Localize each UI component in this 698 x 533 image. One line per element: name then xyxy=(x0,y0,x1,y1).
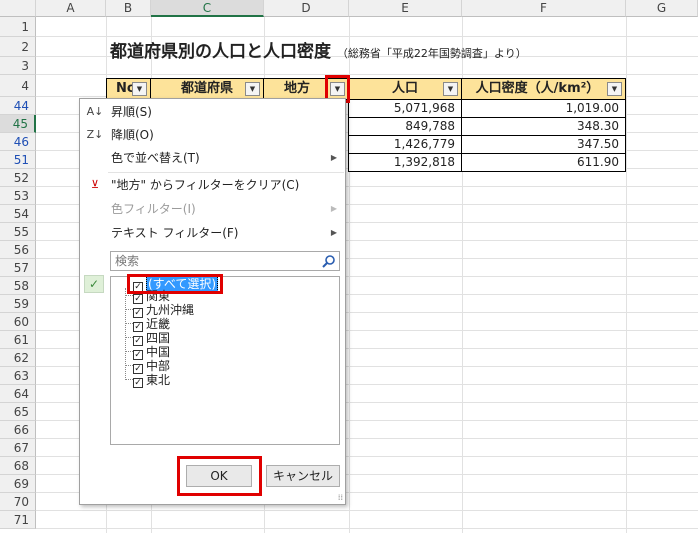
submenu-arrow-icon: ▶ xyxy=(330,204,337,213)
density-cell[interactable]: 347.50 xyxy=(461,136,626,154)
col-header-d[interactable]: D xyxy=(264,0,349,17)
list-item[interactable]: ✓ 中国 xyxy=(133,345,170,360)
row-header[interactable]: 62 xyxy=(0,349,36,367)
resize-grip-icon[interactable]: ⁞⁞ xyxy=(338,493,343,502)
tree-tick xyxy=(125,337,133,339)
row-header[interactable]: 3 xyxy=(0,57,36,75)
filter-value-list[interactable]: ✓ (すべて選択) ✓ 関東 ✓ 九州沖縄 ✓ 近畿 ✓ 四国 ✓ 中国 ✓ 中部 ✓ 東北 xyxy=(110,274,340,445)
sheet-title: 都道府県別の人口と人口密度 （総務省「平成22年国勢調査」より） xyxy=(110,37,527,62)
row-header[interactable]: 68 xyxy=(0,457,36,475)
menu-color-filter[interactable]: 色フィルター(I) ▶ xyxy=(80,198,345,220)
row-header[interactable]: 2 xyxy=(0,37,36,57)
list-item[interactable]: ✓ 九州沖縄 xyxy=(133,303,194,318)
col-header-c[interactable]: C xyxy=(151,0,264,17)
row-header[interactable]: 59 xyxy=(0,295,36,313)
header-prefecture: 都道府県 ▼ xyxy=(150,78,264,100)
header-no: No ▼ xyxy=(106,78,151,100)
highlight-select-all xyxy=(127,274,223,294)
menu-separator xyxy=(108,172,344,173)
col-header-a[interactable]: A xyxy=(36,0,106,17)
filter-dropdown-density[interactable]: ▼ xyxy=(607,82,622,96)
row-header[interactable]: 63 xyxy=(0,367,36,385)
tree-tick xyxy=(125,379,133,381)
population-cell[interactable]: 1,426,779 xyxy=(348,136,462,154)
population-cell[interactable]: 1,392,818 xyxy=(348,154,462,172)
title-text: 都道府県別の人口と人口密度 xyxy=(110,42,331,62)
row-header[interactable]: 65 xyxy=(0,403,36,421)
list-item[interactable]: ✓ 中部 xyxy=(133,359,170,374)
row-header[interactable]: 54 xyxy=(0,205,36,223)
population-cell[interactable]: 5,071,968 xyxy=(348,100,462,118)
menu-sort-ascending[interactable]: A↓ 昇順(S) xyxy=(80,101,345,123)
col-header-g[interactable]: G xyxy=(626,0,698,17)
menu-sort-by-color[interactable]: 色で並べ替え(T) ▶ xyxy=(80,147,345,169)
list-item[interactable]: ✓ 東北 xyxy=(133,373,170,388)
search-icon xyxy=(322,255,335,268)
sort-descending-icon: Z↓ xyxy=(86,128,104,141)
density-cell[interactable]: 1,019.00 xyxy=(461,100,626,118)
submenu-arrow-icon: ▶ xyxy=(330,228,337,237)
tree-tick xyxy=(125,365,133,367)
row-header[interactable]: 70 xyxy=(0,493,36,511)
tree-tick xyxy=(125,323,133,325)
row-header[interactable]: 67 xyxy=(0,439,36,457)
filter-dropdown-population[interactable]: ▼ xyxy=(443,82,458,96)
col-header-b[interactable]: B xyxy=(106,0,151,17)
row-header[interactable]: 52 xyxy=(0,169,36,187)
header-density: 人口密度（人/km²） ▼ xyxy=(461,78,626,100)
cancel-button[interactable]: キャンセル xyxy=(266,465,340,487)
menu-clear-filter[interactable]: ⊻ "地方" からフィルターをクリア(C) xyxy=(80,174,345,196)
row-header[interactable]: 55 xyxy=(0,223,36,241)
grid-row xyxy=(36,511,698,529)
density-cell[interactable]: 348.30 xyxy=(461,118,626,136)
tree-tick xyxy=(125,351,133,353)
highlight-ok-button xyxy=(177,456,262,496)
tree-tick xyxy=(125,309,133,311)
row-header[interactable]: 57 xyxy=(0,259,36,277)
tree-tick xyxy=(125,295,133,297)
grid-row xyxy=(36,17,698,37)
row-header[interactable]: 46 xyxy=(0,133,36,151)
population-cell[interactable]: 849,788 xyxy=(348,118,462,136)
col-header-e[interactable]: E xyxy=(349,0,462,17)
row-header[interactable]: 56 xyxy=(0,241,36,259)
row-header[interactable]: 60 xyxy=(0,313,36,331)
col-header-f[interactable]: F xyxy=(462,0,626,17)
row-header[interactable]: 4 xyxy=(0,75,36,97)
corner-cell[interactable] xyxy=(0,0,36,17)
row-header[interactable]: 1 xyxy=(0,17,36,37)
row-header[interactable]: 51 xyxy=(0,151,36,169)
subtitle-text: （総務省「平成22年国勢調査」より） xyxy=(336,47,527,60)
autofilter-menu: A↓ 昇順(S) Z↓ 降順(O) 色で並べ替え(T) ▶ ⊻ "地方" からフ… xyxy=(79,98,346,505)
header-population: 人口 ▼ xyxy=(348,78,462,100)
row-header[interactable]: 64 xyxy=(0,385,36,403)
clear-filter-icon: ⊻ xyxy=(90,178,100,191)
row-header[interactable]: 53 xyxy=(0,187,36,205)
row-header[interactable]: 58 xyxy=(0,277,36,295)
row-header[interactable]: 66 xyxy=(0,421,36,439)
checkmark-icon: ✓ xyxy=(84,275,104,293)
filter-dropdown-no[interactable]: ▼ xyxy=(132,82,147,96)
menu-text-filter[interactable]: テキスト フィルター(F) ▶ xyxy=(80,222,345,244)
checkbox-checked[interactable]: ✓ xyxy=(133,378,143,388)
row-header[interactable]: 45 xyxy=(0,115,36,133)
grid-column-line xyxy=(626,17,627,533)
row-header[interactable]: 69 xyxy=(0,475,36,493)
list-item[interactable]: ✓ 四国 xyxy=(133,331,170,346)
submenu-arrow-icon: ▶ xyxy=(330,153,337,162)
list-item[interactable]: ✓ 近畿 xyxy=(133,317,170,332)
sort-ascending-icon: A↓ xyxy=(86,105,104,118)
row-header[interactable]: 71 xyxy=(0,511,36,529)
search-input[interactable]: 検索 xyxy=(110,251,340,271)
menu-sort-descending[interactable]: Z↓ 降順(O) xyxy=(80,124,345,146)
density-cell[interactable]: 611.90 xyxy=(461,154,626,172)
row-header[interactable]: 44 xyxy=(0,97,36,115)
filter-dropdown-prefecture[interactable]: ▼ xyxy=(245,82,260,96)
row-header[interactable]: 61 xyxy=(0,331,36,349)
